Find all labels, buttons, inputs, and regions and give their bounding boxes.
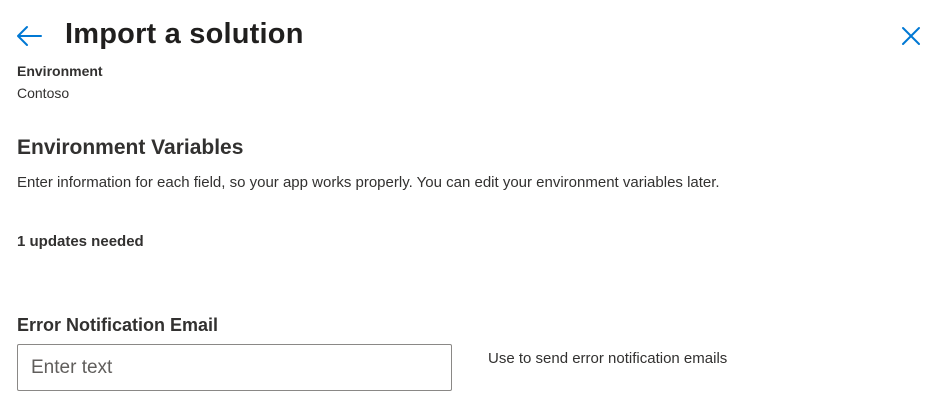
section-description: Enter information for each field, so you…	[17, 174, 720, 191]
arrow-left-icon	[17, 26, 42, 46]
error-notification-email-label: Error Notification Email	[17, 315, 219, 335]
back-button[interactable]	[14, 22, 44, 50]
close-icon	[902, 27, 920, 45]
environment-value: Contoso	[17, 85, 70, 101]
close-button[interactable]	[896, 22, 926, 50]
page-title: Import a solution	[65, 18, 304, 50]
environment-label: Environment	[17, 63, 103, 79]
section-title: Environment Variables	[17, 136, 244, 159]
error-notification-email-help: Use to send error notification emails	[488, 350, 728, 367]
updates-needed-count: 1 updates needed	[17, 233, 144, 250]
error-notification-email-input[interactable]	[17, 344, 452, 391]
